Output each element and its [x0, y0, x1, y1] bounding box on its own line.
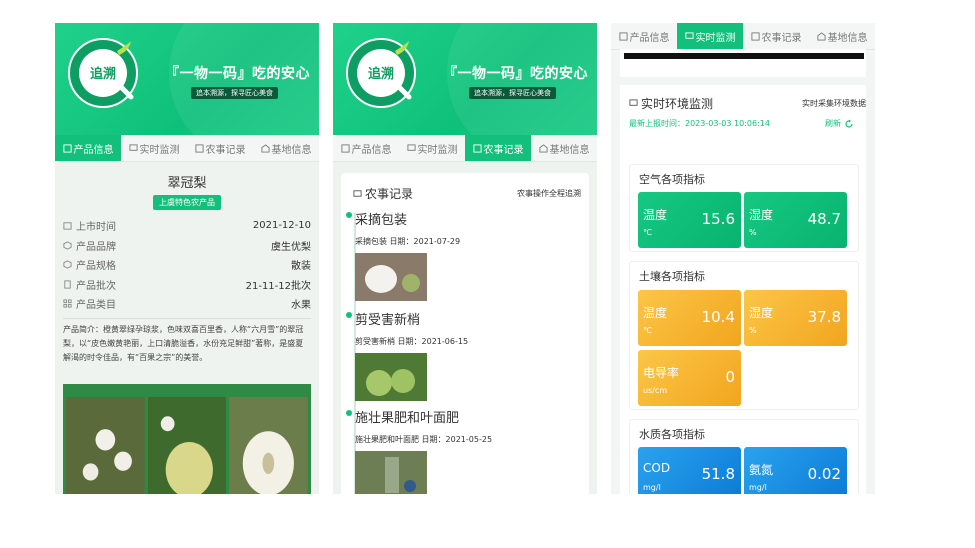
water-indicators: 水质各项指标 COD mg/l 51.8 氨氮 mg/l 0.02 [629, 419, 859, 494]
records-icon [353, 190, 362, 197]
soil-humidity-tile: 湿度% 37.8 [744, 290, 847, 346]
monitor-title: 实时环境监测 [641, 97, 714, 111]
document-icon [194, 143, 204, 153]
grid-icon [63, 299, 72, 308]
info-row: 产品类目 水果 [63, 294, 311, 314]
sub-slogan: 追本溯源，探寻匠心美食 [469, 87, 556, 99]
document-icon [472, 143, 482, 153]
info-row: 上市时间 2021-12-10 [63, 216, 311, 236]
slogan: 『一物一码』吃的安心 [443, 66, 588, 82]
farming-records-card: 农事记录 农事操作全程追溯 采摘包装 采摘包装 日期：2021-07-29 剪受… [341, 173, 589, 494]
tab-product-info[interactable]: 产品信息 [333, 135, 399, 161]
product-badge: 上虞特色农产品 [153, 195, 221, 210]
fertilizing-photo [355, 451, 427, 494]
cube-icon [63, 260, 72, 269]
refresh-button[interactable]: 刷新 [825, 118, 854, 129]
tab-farming-records[interactable]: 农事记录 [465, 135, 531, 161]
records-title: 农事记录 [365, 187, 414, 201]
product-info-screen: 追溯 『一物一码』吃的安心 追本溯源，探寻匠心美食 产品信息 实时监测 农事记录… [55, 23, 319, 494]
document-icon [618, 31, 628, 41]
product-intro: 产品简介：橙黄翠绿孕琼浆，色味双喜百里香，人称“六月雪”的翠冠梨，以“皮色嫩黄艳… [63, 324, 304, 362]
tab-realtime[interactable]: 实时监测 [677, 23, 743, 49]
document-icon [750, 31, 760, 41]
water-cod-tile: COD mg/l 51.8 [638, 447, 741, 494]
trace-seal-icon: 追溯 [346, 38, 416, 108]
soil-indicators: 土壤各项指标 温度 ℃ 10.4 湿度% 37.8 电导率 us/cm 0 [629, 261, 859, 410]
record-item[interactable]: 施壮果肥和叶面肥 施壮果肥和叶面肥 日期：2021-05-25 [346, 407, 492, 494]
monitor-icon [684, 31, 694, 39]
info-row: 产品规格 散装 [63, 255, 311, 275]
tab-realtime[interactable]: 实时监测 [121, 135, 187, 161]
document-icon [64, 280, 71, 289]
record-item[interactable]: 采摘包装 采摘包装 日期：2021-07-29 [346, 209, 460, 305]
sub-slogan: 追本溯源，探寻匠心美食 [191, 87, 278, 99]
env-monitor-card: 实时环境监测 实时采集环境数据 最新上报时间：2023-03-03 10:06:… [620, 85, 866, 494]
calendar-icon [63, 222, 72, 230]
harvest-photo [355, 253, 427, 301]
video-strip [620, 49, 866, 77]
tab-product-info[interactable]: 产品信息 [55, 135, 121, 161]
slogan: 『一物一码』吃的安心 [165, 66, 310, 82]
water-ammonia-tile: 氨氮 mg/l 0.02 [744, 447, 847, 494]
monitor-subtitle: 实时采集环境数据 [802, 99, 866, 108]
farm-icon [260, 143, 270, 153]
pruning-photo [355, 353, 427, 401]
tab-farming-records[interactable]: 农事记录 [187, 135, 253, 161]
product-photos [63, 384, 311, 494]
farming-records-screen: 追溯 『一物一码』吃的安心 追本溯源，探寻匠心美食 产品信息 实时监测 农事记录… [333, 23, 597, 494]
trace-seal-icon: 追溯 [68, 38, 138, 108]
banner: 追溯 『一物一码』吃的安心 追本溯源，探寻匠心美食 [333, 23, 597, 135]
record-item[interactable]: 剪受害新梢 剪受害新梢 日期：2021-06-15 [346, 309, 468, 405]
document-icon [340, 143, 350, 153]
farm-icon [816, 31, 826, 41]
tab-base-info[interactable]: 基地信息 [809, 23, 875, 49]
records-subtitle: 农事操作全程追溯 [517, 189, 581, 198]
banner: 追溯 『一物一码』吃的安心 追本溯源，探寻匠心美食 [55, 23, 319, 135]
last-report-time: 最新上报时间：2023-03-03 10:06:14 [629, 119, 770, 128]
info-row: 产品批次 21-11-12批次 [63, 275, 311, 295]
pear-fruit-photo [147, 397, 227, 494]
tab-base-info[interactable]: 基地信息 [531, 135, 597, 161]
tab-farming-records[interactable]: 农事记录 [743, 23, 809, 49]
refresh-icon [845, 119, 853, 128]
svg-text:追溯: 追溯 [90, 66, 116, 82]
air-temperature-tile: 温度 ℃ 15.6 [638, 192, 741, 248]
pear-cut-photo [229, 397, 309, 494]
monitor-icon [406, 143, 416, 151]
cube-icon [63, 241, 72, 250]
monitor-icon [629, 99, 638, 106]
tab-realtime[interactable]: 实时监测 [399, 135, 465, 161]
tab-bar: 产品信息 实时监测 农事记录 基地信息 [611, 23, 875, 50]
air-humidity-tile: 湿度% 48.7 [744, 192, 847, 248]
air-indicators: 空气各项指标 温度 ℃ 15.6 湿度% 48.7 [629, 164, 859, 252]
soil-conductivity-tile: 电导率 us/cm 0 [638, 350, 741, 406]
soil-temperature-tile: 温度 ℃ 10.4 [638, 290, 741, 346]
tab-base-info[interactable]: 基地信息 [253, 135, 319, 161]
svg-text:追溯: 追溯 [368, 66, 394, 82]
product-name: 翠冠梨 [167, 176, 207, 191]
tab-bar: 产品信息 实时监测 农事记录 基地信息 [333, 135, 597, 162]
tab-product-info[interactable]: 产品信息 [611, 23, 677, 49]
farm-icon [538, 143, 548, 153]
realtime-monitor-screen: 产品信息 实时监测 农事记录 基地信息 实时环境监测 实时采集环境数据 最新上报… [611, 23, 875, 494]
info-row: 产品品牌 虞生优梨 [63, 236, 311, 256]
tab-bar: 产品信息 实时监测 农事记录 基地信息 [55, 135, 319, 162]
document-icon [62, 143, 72, 153]
monitor-icon [128, 143, 138, 151]
pear-blossom-photo [66, 397, 145, 494]
